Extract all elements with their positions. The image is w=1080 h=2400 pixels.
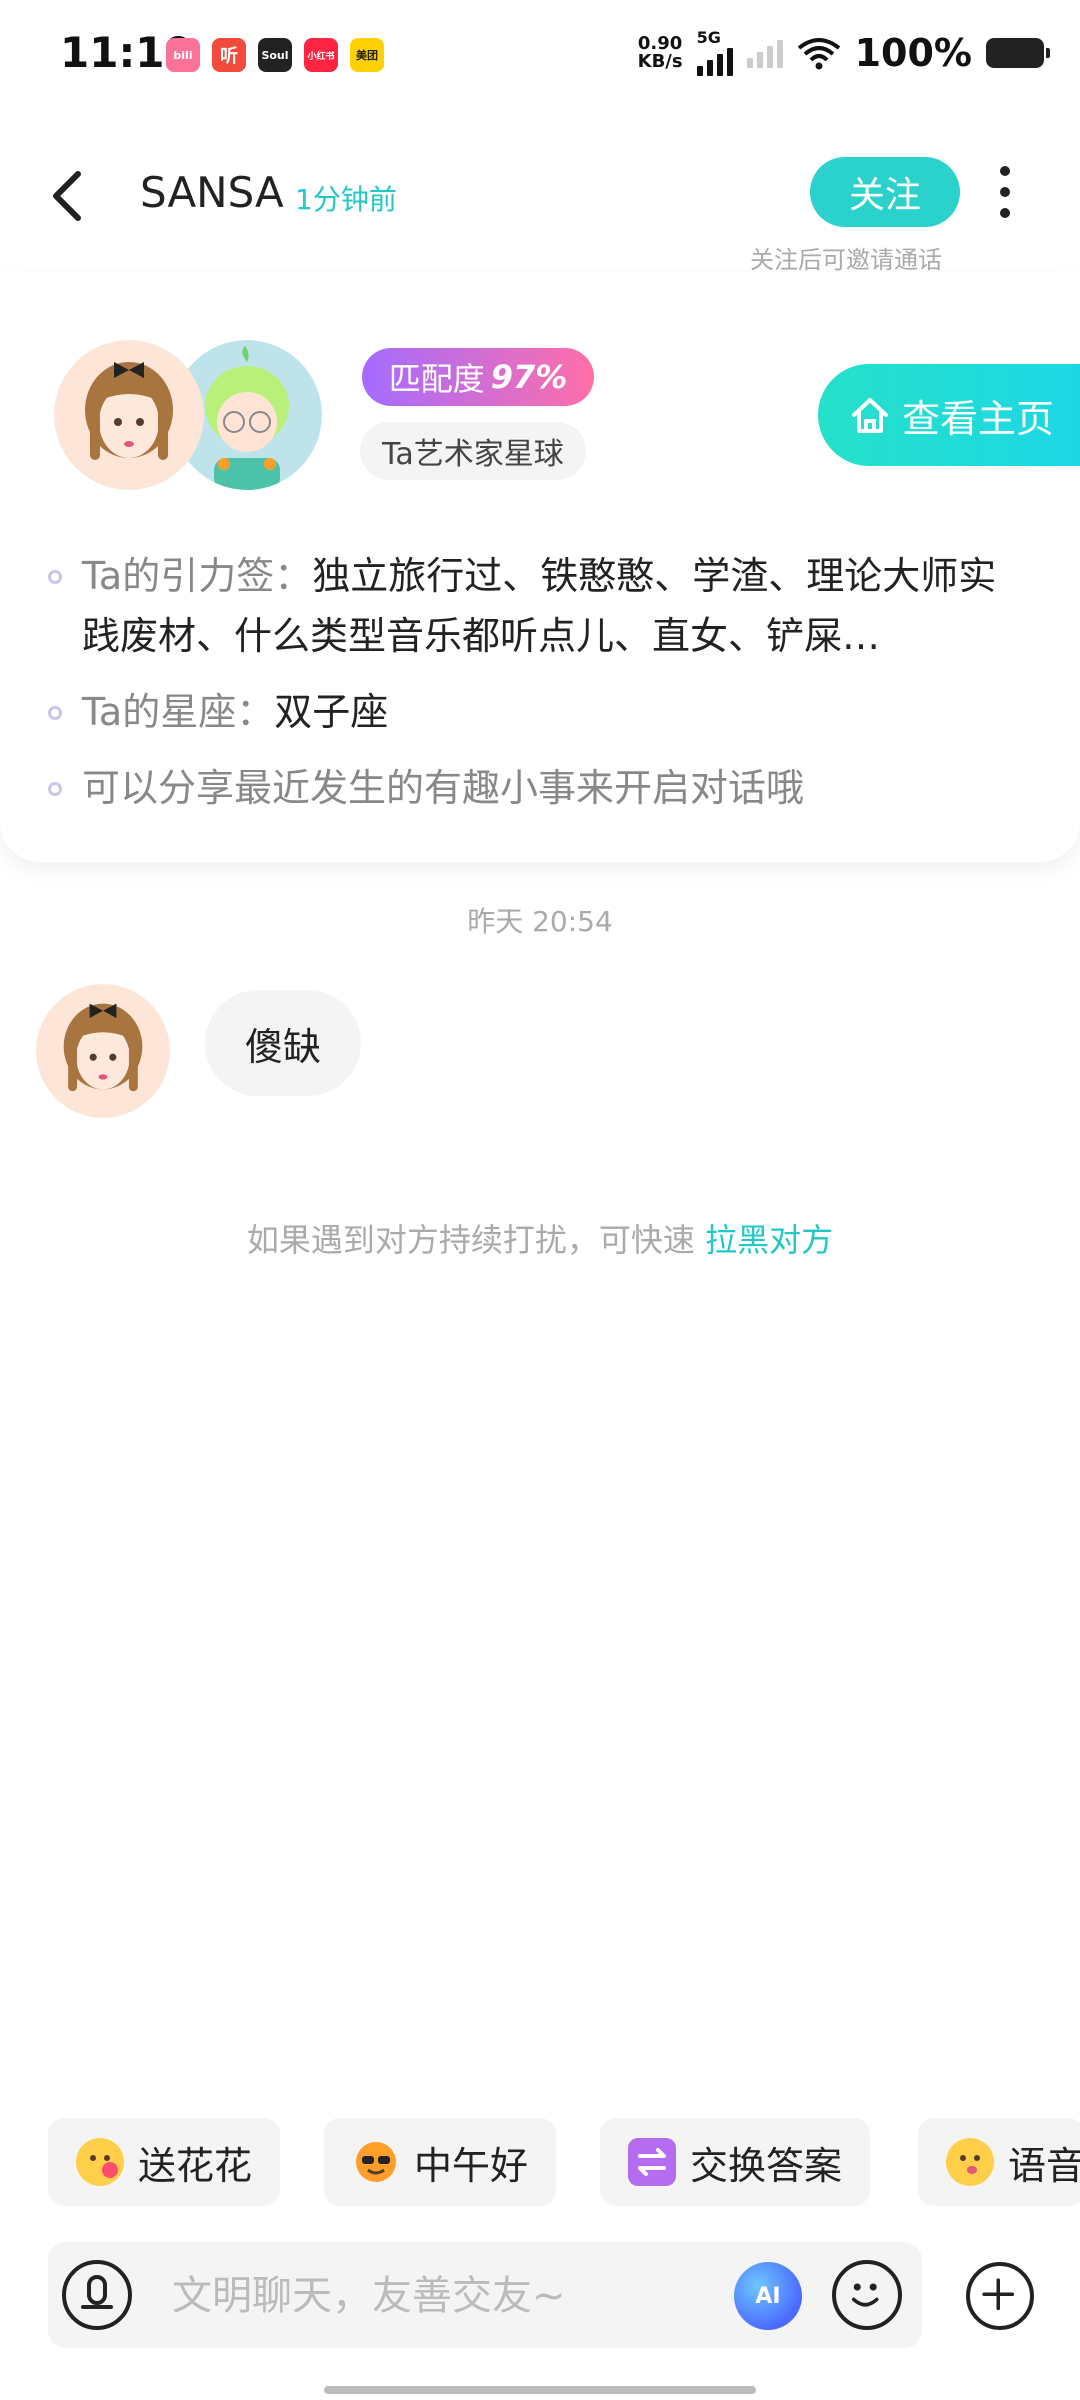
chat-partner-name[interactable]: SANSA (140, 168, 284, 217)
wifi-icon (797, 38, 840, 70)
home-icon (852, 398, 888, 433)
view-homepage-button[interactable]: 查看主页 (818, 364, 1080, 466)
net-speed: 0.90 KB/s (637, 33, 683, 72)
sun-sunglasses-icon (352, 2138, 400, 2186)
network-type: 5G (696, 28, 721, 47)
chat-tip-row: 可以分享最近发生的有趣小事来开启对话哦 (44, 758, 1034, 818)
message-sender-avatar[interactable] (36, 984, 170, 1118)
ting-app-icon: 听 (212, 38, 246, 72)
chat-tip: 可以分享最近发生的有趣小事来开启对话哦 (82, 766, 805, 810)
status-indicators: 0.90 KB/s 5G 100% (637, 28, 1050, 76)
soul-app-icon: Soul (258, 38, 292, 72)
signal-icon (696, 46, 733, 76)
flower-face-icon (76, 2138, 124, 2186)
bullet-icon (48, 570, 62, 584)
quick-chip-exchange-answers[interactable]: 交换答案 (600, 2118, 871, 2206)
block-user-link[interactable]: 拉黑对方 (705, 1221, 833, 1259)
last-active-time: 1分钟前 (295, 183, 397, 216)
match-value: 97% (490, 358, 568, 396)
microphone-icon (81, 2275, 113, 2309)
battery-icon (986, 38, 1050, 68)
bilibili-app-icon: bili (166, 38, 200, 72)
emoji-icon[interactable] (832, 2260, 902, 2330)
signal-2-icon (746, 38, 783, 68)
ai-assistant-button[interactable]: AI (734, 2262, 802, 2330)
battery-percent: 100% (854, 31, 972, 75)
message-timestamp: 昨天 20:54 (467, 905, 613, 938)
more-options-icon[interactable] (990, 162, 1020, 222)
quick-chip-good-noon[interactable]: 中午好 (324, 2118, 557, 2206)
bullet-icon (48, 782, 62, 796)
attraction-tags-row: Ta的引力签：独立旅行过、铁憨憨、学渣、理论大师实践废材、什么类型音乐都听点儿、… (44, 546, 1034, 666)
follow-button[interactable]: 关注 (810, 157, 960, 227)
partner-avatar[interactable] (54, 340, 204, 490)
quick-chip-voice[interactable]: 语音 (918, 2118, 1080, 2206)
voice-input-button[interactable] (62, 2260, 132, 2330)
xiaohongshu-app-icon: 小红书 (304, 38, 338, 72)
message-input[interactable] (170, 2265, 694, 2327)
follow-hint: 关注后可邀请通话 (750, 246, 942, 274)
add-attachment-icon[interactable] (966, 2262, 1034, 2330)
quick-chip-send-flower[interactable]: 送花花 (48, 2118, 281, 2206)
home-indicator[interactable] (324, 2386, 756, 2394)
match-badge: 匹配度 97% (362, 348, 594, 406)
planet-tag[interactable]: Ta艺术家星球 (360, 422, 586, 480)
zodiac-row: Ta的星座：双子座 (44, 682, 1034, 742)
voice-face-icon (946, 2138, 994, 2186)
message-bubble[interactable]: 傻缺 (205, 990, 362, 1096)
exchange-icon (628, 2138, 676, 2186)
bullet-icon (48, 706, 62, 720)
block-notice: 如果遇到对方持续打扰，可快速 拉黑对方 (246, 1221, 834, 1259)
back-icon[interactable] (44, 160, 104, 230)
meituan-app-icon: 美团 (350, 38, 384, 72)
zodiac-value: 双子座 (274, 690, 389, 734)
